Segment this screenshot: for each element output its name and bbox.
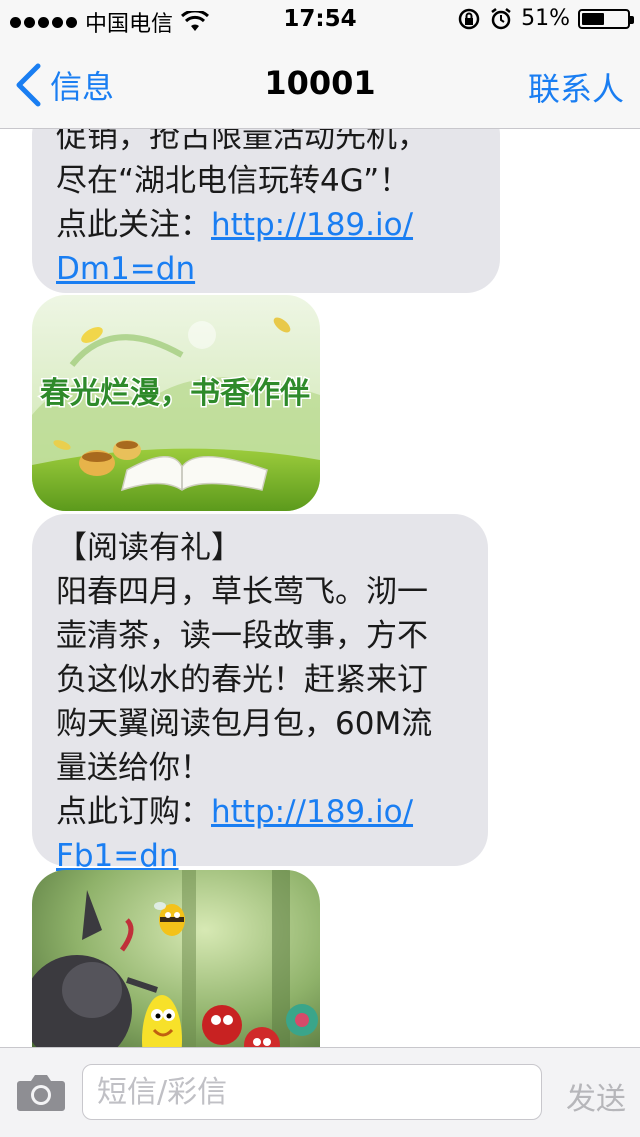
message-link[interactable]: Dm1=dn	[56, 251, 195, 287]
message-line: 促销，抢占限量活动先机，	[56, 129, 428, 155]
spring-reading-banner-image: 春光烂漫，书香作伴	[32, 295, 320, 511]
camera-icon[interactable]	[16, 1072, 66, 1112]
image-message-cartoon[interactable]	[32, 870, 320, 1047]
orientation-lock-icon	[458, 8, 480, 29]
battery-icon	[578, 8, 634, 29]
status-bar: 中国电信 17:54 51%	[0, 0, 640, 40]
alarm-icon	[491, 7, 511, 29]
message-link[interactable]: http://189.io/	[211, 207, 413, 243]
send-button[interactable]: 发送	[566, 1074, 626, 1118]
message-link[interactable]: http://189.io/	[211, 794, 413, 830]
image-message-spring-banner[interactable]: 春光烂漫，书香作伴	[32, 295, 320, 511]
message-list[interactable]: 促销，抢占限量活动先机， 尽在“湖北电信玩转4G”！ 点此关注：http://1…	[0, 129, 640, 1047]
navigation-bar: 信息 10001 联系人	[0, 40, 640, 129]
message-link-line: 点此订购：http://189.io/	[56, 790, 464, 834]
message-line: 阳春四月，草长莺飞。沏一	[56, 574, 428, 610]
banner-text: 春光烂漫，书香作伴	[40, 376, 310, 411]
link-prefix: 点此订购：	[56, 794, 211, 830]
message-line: 购天翼阅读包月包，60M流	[56, 706, 433, 742]
message-line: 量送给你！	[56, 750, 211, 786]
battery-percent: 51%	[521, 6, 570, 31]
message-bubble[interactable]: 促销，抢占限量活动先机， 尽在“湖北电信玩转4G”！ 点此关注：http://1…	[32, 129, 500, 293]
battery-fill	[582, 12, 604, 25]
contact-button[interactable]: 联系人	[528, 64, 624, 110]
message-bubble[interactable]: 【阅读有礼】 阳春四月，草长莺飞。沏一 壶清茶，读一段故事，方不 负这似水的春光…	[32, 514, 488, 874]
cartoon-insects-image	[32, 870, 320, 1047]
input-bar: 发送	[0, 1047, 640, 1137]
status-right: 51%	[457, 6, 634, 31]
link-prefix: 点此关注：	[56, 207, 211, 243]
message-line: 壶清茶，读一段故事，方不	[56, 618, 428, 654]
message-input[interactable]	[82, 1064, 542, 1120]
message-link-line: 点此关注：http://189.io/	[56, 203, 476, 247]
message-line: 【阅读有礼】	[56, 530, 242, 566]
message-link[interactable]: Fb1=dn	[56, 838, 179, 874]
message-line: 尽在“湖北电信玩转4G”！	[56, 163, 411, 199]
message-line: 负这似水的春光！赶紧来订	[56, 662, 428, 698]
